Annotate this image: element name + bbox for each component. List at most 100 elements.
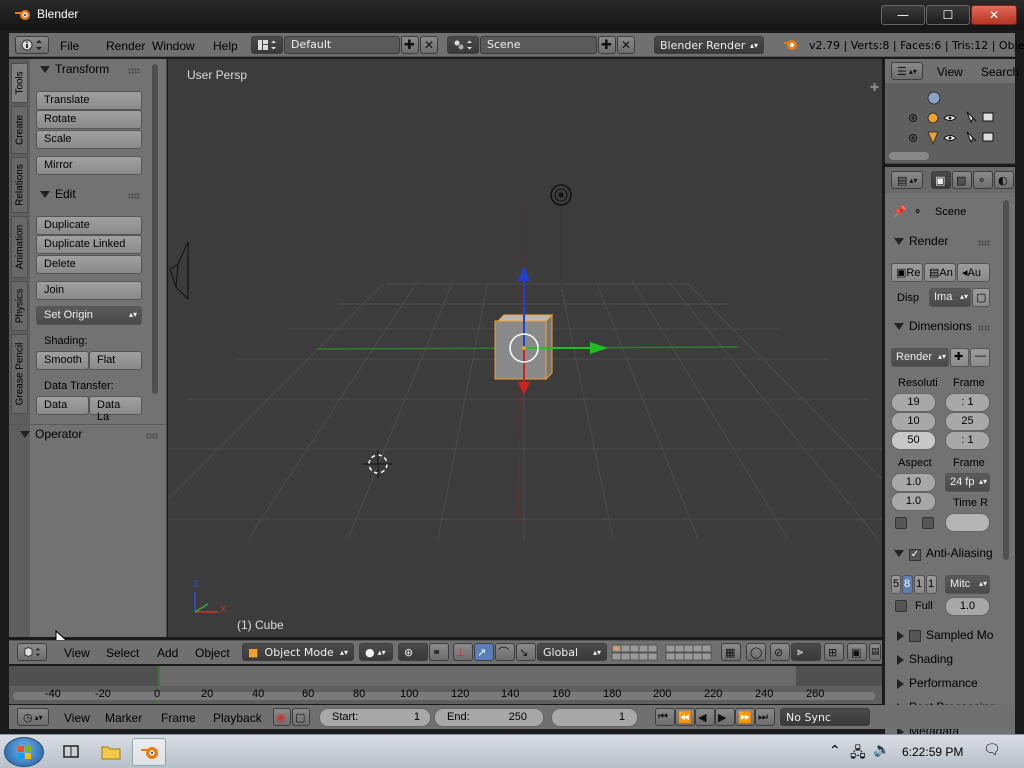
screen-layout-icon-button[interactable] <box>251 36 283 54</box>
rotate-button[interactable]: Rotate <box>36 110 142 129</box>
aa-samples-16[interactable]: 1 <box>926 575 937 594</box>
menu-file[interactable]: File <box>60 39 79 53</box>
flat-button[interactable]: Flat <box>89 351 142 370</box>
play-button[interactable]: ▶ <box>715 708 735 726</box>
taskbar-blender[interactable] <box>132 738 166 766</box>
render-image-button[interactable]: ▣Re <box>891 263 923 282</box>
editor-type-outliner-button[interactable]: ☰ ▴▾ <box>891 62 923 80</box>
timeline-menu-view[interactable]: View <box>64 711 90 725</box>
next-keyframe-button[interactable]: ⏩ <box>735 708 755 726</box>
filter-size-field[interactable]: 1.0 <box>945 597 990 616</box>
editor-type-timeline-button[interactable]: ◷ ▴▾ <box>17 708 49 726</box>
show-hidden-icons-icon[interactable]: ⌃ <box>829 743 841 759</box>
aa-samples-5[interactable]: 5 <box>891 575 901 594</box>
viewport-menu-view[interactable]: View <box>64 646 90 660</box>
start-frame-field[interactable]: Start: 1 <box>319 708 431 727</box>
aa-filter-select[interactable]: Mitc ▴▾ <box>945 575 990 594</box>
editor-type-properties-button[interactable]: ▤ ▴▾ <box>891 171 923 189</box>
translate-button[interactable]: Translate <box>36 91 142 110</box>
opengl-animation-button[interactable]: ▣ <box>847 643 867 661</box>
render-audio-button[interactable]: ◂Au <box>957 263 990 282</box>
aspect-x-field[interactable]: 1.0 <box>891 473 936 492</box>
panel-grip-icon[interactable] <box>978 240 990 246</box>
snap-element-select[interactable]: ⫸ <box>791 643 821 661</box>
keying-lock-button[interactable]: ▢ <box>292 708 310 726</box>
remove-scene-button[interactable]: ✕ <box>617 36 635 54</box>
shading-panel-header[interactable]: Shading <box>897 652 953 666</box>
outliner-tree[interactable] <box>885 84 1007 164</box>
anti-aliasing-checkbox-icon[interactable]: ✓ <box>909 549 921 561</box>
scale-button[interactable]: Scale <box>36 130 142 149</box>
resolution-x-field[interactable]: 19 <box>891 393 936 412</box>
timeline-scrollbar[interactable] <box>13 692 875 700</box>
manipulator-scale-toggle[interactable]: ↘ <box>516 643 536 661</box>
frame-start-field[interactable]: : 1 <box>945 393 990 412</box>
border-checkbox[interactable] <box>895 517 907 529</box>
3d-viewport[interactable]: User Persp (1) Cube Z X ✚ <box>168 59 882 637</box>
scene-icon-button[interactable] <box>447 36 479 54</box>
tab-physics[interactable]: Physics <box>11 281 28 331</box>
start-button[interactable] <box>4 737 44 767</box>
timeline-menu-playback[interactable]: Playback <box>213 711 262 725</box>
interaction-mode-select[interactable]: ■ Object Mode ▴▾ <box>242 643 354 661</box>
outliner-scrollbar[interactable] <box>889 152 929 160</box>
viewport-menu-object[interactable]: Object <box>195 646 230 660</box>
join-button[interactable]: Join <box>36 281 142 300</box>
crop-checkbox[interactable] <box>922 517 934 529</box>
layer-buttons-group-1[interactable] <box>611 644 661 662</box>
proportional-edit-button[interactable]: ◯ <box>746 643 766 661</box>
manipulator-arrow-toggle[interactable]: ↗ <box>474 643 494 661</box>
manipulator-translate-toggle[interactable]: ⊥ <box>453 643 473 661</box>
taskbar-file-explorer[interactable] <box>94 738 128 766</box>
data-transfer-button[interactable]: Data <box>36 396 89 415</box>
add-scene-button[interactable]: ✚ <box>598 36 616 54</box>
world-icon[interactable] <box>927 91 941 105</box>
tab-tools[interactable]: Tools <box>11 63 28 103</box>
menu-window[interactable]: Window <box>152 39 195 53</box>
remove-screen-button[interactable]: ✕ <box>420 36 438 54</box>
anti-aliasing-panel-header[interactable]: ✓ Anti-Aliasing <box>894 546 993 561</box>
frame-end-field[interactable]: 25 <box>945 412 990 431</box>
viewport-menu-select[interactable]: Select <box>106 646 139 660</box>
operator-panel-header[interactable]: Operator <box>20 427 82 441</box>
world-context-tab[interactable]: ◐ <box>994 171 1014 189</box>
end-frame-field[interactable]: End: 250 <box>434 708 544 727</box>
full-sample-checkbox[interactable] <box>895 600 907 612</box>
timeline-editor[interactable] <box>9 666 882 704</box>
prev-keyframe-button[interactable]: ⏪ <box>675 708 695 726</box>
outliner-menu-view[interactable]: View <box>937 65 963 79</box>
tab-relations[interactable]: Relations <box>11 157 28 213</box>
properties-scrollbar[interactable] <box>1003 200 1009 560</box>
panel-grip-icon[interactable] <box>978 325 990 331</box>
tab-grease-pencil[interactable]: Grease Pencil <box>11 334 28 414</box>
render-presets-select[interactable]: Render ▴▾ <box>891 348 949 367</box>
tab-animation[interactable]: Animation <box>11 216 28 278</box>
editor-type-3d-view-button[interactable] <box>17 643 47 661</box>
resolution-percent-field[interactable]: 50 <box>891 431 936 450</box>
jump-end-button[interactable]: ⏭ <box>755 708 775 726</box>
delete-button[interactable]: Delete <box>36 255 142 274</box>
x-arrow-icon[interactable] <box>590 342 608 354</box>
lock-interface-button[interactable]: ▢ <box>972 288 990 307</box>
render-context-tab[interactable]: ▣ <box>931 171 951 189</box>
transform-orientation-select[interactable]: Global ▴▾ <box>537 643 607 661</box>
scene-field[interactable]: Scene <box>480 36 597 54</box>
timeline-menu-frame[interactable]: Frame <box>161 711 196 725</box>
aa-samples-11[interactable]: 1 <box>914 575 925 594</box>
render-animation-button[interactable]: ▤An <box>924 263 956 282</box>
duplicate-linked-button[interactable]: Duplicate Linked <box>36 235 142 254</box>
sampled-motion-panel-header[interactable]: Sampled Mo <box>897 628 993 642</box>
tool-shelf-scrollbar[interactable] <box>152 64 158 394</box>
manipulator-toggle[interactable]: ⚭ <box>429 643 449 661</box>
performance-panel-header[interactable]: Performance <box>897 676 978 690</box>
resolution-y-field[interactable]: 10 <box>891 412 936 431</box>
outliner-menu-search[interactable]: Search <box>981 65 1019 79</box>
snap-toggle-button[interactable]: ⊘ <box>770 643 790 661</box>
frame-step-field[interactable]: : 1 <box>945 431 990 450</box>
current-frame-field[interactable]: 1 <box>551 708 638 727</box>
mirror-button[interactable]: Mirror <box>36 156 142 175</box>
screen-layout-field[interactable]: Default <box>284 36 400 54</box>
viewport-shading-select[interactable]: ● ▴▾ <box>359 643 393 661</box>
transform-panel-header[interactable]: Transform <box>40 62 109 76</box>
camera-object[interactable] <box>169 241 189 301</box>
